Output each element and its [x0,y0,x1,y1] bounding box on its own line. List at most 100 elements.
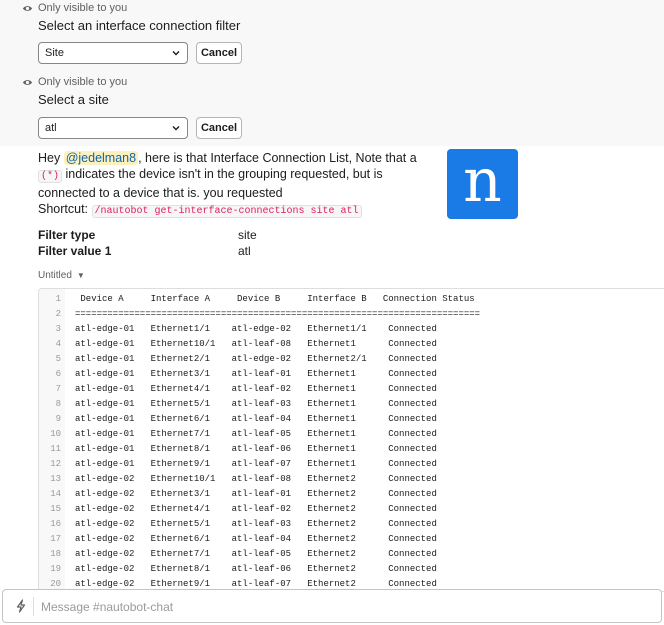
line-number: 1 [55,294,61,304]
line-text: atl-edge-01 Ethernet5/1 atl-leaf-03 Ethe… [75,399,437,409]
line-text: atl-edge-02 Ethernet8/1 atl-leaf-06 Ethe… [75,564,437,574]
message-input-placeholder[interactable]: Message #nautobot-chat [41,600,173,614]
site-select[interactable]: atl [38,117,188,139]
line-number: 13 [50,474,61,484]
line-number: 18 [50,549,61,559]
code-line: 9 atl-edge-01 Ethernet6/1 atl-leaf-04 Eth… [39,412,437,427]
line-number: 8 [55,399,61,409]
line-text: atl-edge-01 Ethernet2/1 atl-edge-02 Ethe… [75,354,437,364]
field-row: Filter value 1 atl [38,244,257,260]
code-line: 11 atl-edge-01 Ethernet8/1 atl-leaf-06 Et… [39,442,437,457]
nautobot-logo: n [447,149,518,219]
line-number: 15 [50,504,61,514]
line-text: atl-edge-01 Ethernet8/1 atl-leaf-06 Ethe… [75,444,437,454]
snippet-title[interactable]: Untitled ▼ [38,270,85,281]
eye-icon [22,79,33,85]
code-line: 17 atl-edge-02 Ethernet6/1 atl-leaf-04 Et… [39,532,437,547]
code-snippet[interactable]: 1 Device A Interface A Device B Interfac… [38,288,664,592]
filter-prompt: Select an interface connection filter [38,18,241,33]
code-line: 3 atl-edge-01 Ethernet1/1 atl-edge-02 Eth… [39,322,437,337]
line-number: 17 [50,534,61,544]
field-value: site [238,228,257,242]
line-text: atl-edge-02 Ethernet7/1 atl-leaf-05 Ethe… [75,549,437,559]
code-line: 12 atl-edge-01 Ethernet9/1 atl-leaf-07 Et… [39,457,437,472]
filter-fields: Filter type site Filter value 1 atl [38,228,257,260]
code-line: 15 atl-edge-02 Ethernet4/1 atl-leaf-02 Et… [39,502,437,517]
line-number: 3 [55,324,61,334]
line-text: atl-edge-02 Ethernet4/1 atl-leaf-02 Ethe… [75,504,437,514]
chevron-down-icon [172,51,180,56]
ephemeral-message-filter: Only visible to you Select an interface … [0,0,664,72]
visibility-note-text: Only visible to you [38,76,128,88]
user-mention[interactable]: @jedelman8 [63,151,139,165]
line-number: 10 [50,429,61,439]
code-line: 10 atl-edge-01 Ethernet7/1 atl-leaf-05 Et… [39,427,437,442]
code-line: 14 atl-edge-02 Ethernet3/1 atl-leaf-01 Et… [39,487,437,502]
message-text-part1: , here is that Interface Connection List… [138,151,417,165]
code-line: 1 Device A Interface A Device B Interfac… [39,292,475,307]
ephemeral-message-site: Only visible to you Select a site atl Ca… [0,72,664,146]
line-text: Device A Interface A Device B Interface … [75,294,475,304]
message-composer[interactable]: Message #nautobot-chat [2,589,662,623]
bot-message-text: Hey @jedelman8, here is that Interface C… [38,150,428,220]
line-number: 6 [55,369,61,379]
snippet-title-text: Untitled [38,270,72,281]
field-name: Filter type [38,228,96,242]
cancel-button[interactable]: Cancel [196,42,242,64]
line-number: 4 [55,339,61,349]
composer-divider [33,597,34,616]
site-prompt: Select a site [38,92,109,107]
code-line: 7 atl-edge-01 Ethernet4/1 atl-leaf-02 Eth… [39,382,437,397]
line-text: atl-edge-01 Ethernet6/1 atl-leaf-04 Ethe… [75,414,437,424]
code-line: 18 atl-edge-02 Ethernet7/1 atl-leaf-05 Et… [39,547,437,562]
field-row: Filter type site [38,228,257,244]
shortcut-command: /nautobot get-interface-connections site… [91,205,362,218]
marker-code: (*) [38,170,63,183]
line-number: 12 [50,459,61,469]
chevron-down-icon [172,126,180,131]
code-line: 13 atl-edge-02 Ethernet10/1 atl-leaf-08 E… [39,472,437,487]
line-text: atl-edge-02 Ethernet6/1 atl-leaf-04 Ethe… [75,534,437,544]
code-line: 8 atl-edge-01 Ethernet5/1 atl-leaf-03 Eth… [39,397,437,412]
line-number: 9 [55,414,61,424]
field-value: atl [238,244,251,258]
code-line: 16 atl-edge-02 Ethernet5/1 atl-leaf-03 Et… [39,517,437,532]
visibility-note: Only visible to you [22,2,127,14]
line-number: 11 [50,444,61,454]
svg-text:n: n [463,149,502,216]
nautobot-n-icon: n [463,149,502,216]
line-text: atl-edge-01 Ethernet10/1 atl-leaf-08 Eth… [75,339,437,349]
line-number: 5 [55,354,61,364]
line-number: 14 [50,489,61,499]
lightning-icon[interactable] [14,599,28,613]
line-number: 19 [50,564,61,574]
line-text: atl-edge-02 Ethernet5/1 atl-leaf-03 Ethe… [75,519,437,529]
line-text: atl-edge-01 Ethernet7/1 atl-leaf-05 Ethe… [75,429,437,439]
line-text: atl-edge-02 Ethernet3/1 atl-leaf-01 Ethe… [75,489,437,499]
line-text: atl-edge-01 Ethernet4/1 atl-leaf-02 Ethe… [75,384,437,394]
line-text: atl-edge-01 Ethernet9/1 atl-leaf-07 Ethe… [75,459,437,469]
filter-select-value: Site [45,47,64,59]
line-text: atl-edge-01 Ethernet1/1 atl-edge-02 Ethe… [75,324,437,334]
line-number: 16 [50,519,61,529]
code-line: 5 atl-edge-01 Ethernet2/1 atl-edge-02 Eth… [39,352,437,367]
code-line: 19 atl-edge-02 Ethernet8/1 atl-leaf-06 Et… [39,562,437,577]
visibility-note: Only visible to you [22,76,127,88]
code-line: 6 atl-edge-01 Ethernet3/1 atl-leaf-01 Eth… [39,367,437,382]
visibility-note-text: Only visible to you [38,2,128,14]
greeting-text: Hey [38,151,64,165]
field-name: Filter value 1 [38,244,112,258]
caret-down-icon: ▼ [76,271,85,280]
code-line: 2 =======================================… [39,307,480,322]
filter-select[interactable]: Site [38,42,188,64]
cancel-button[interactable]: Cancel [196,117,242,139]
line-text: ========================================… [75,309,481,319]
shortcut-label: Shortcut: [38,202,92,216]
line-number: 7 [55,384,61,394]
code-line: 4 atl-edge-01 Ethernet10/1 atl-leaf-08 Et… [39,337,437,352]
eye-icon [22,5,33,11]
line-number: 2 [55,309,61,319]
line-text: atl-edge-02 Ethernet10/1 atl-leaf-08 Eth… [75,474,437,484]
message-text-part2: indicates the device isn't in the groupi… [38,167,383,200]
line-text: atl-edge-01 Ethernet3/1 atl-leaf-01 Ethe… [75,369,437,379]
